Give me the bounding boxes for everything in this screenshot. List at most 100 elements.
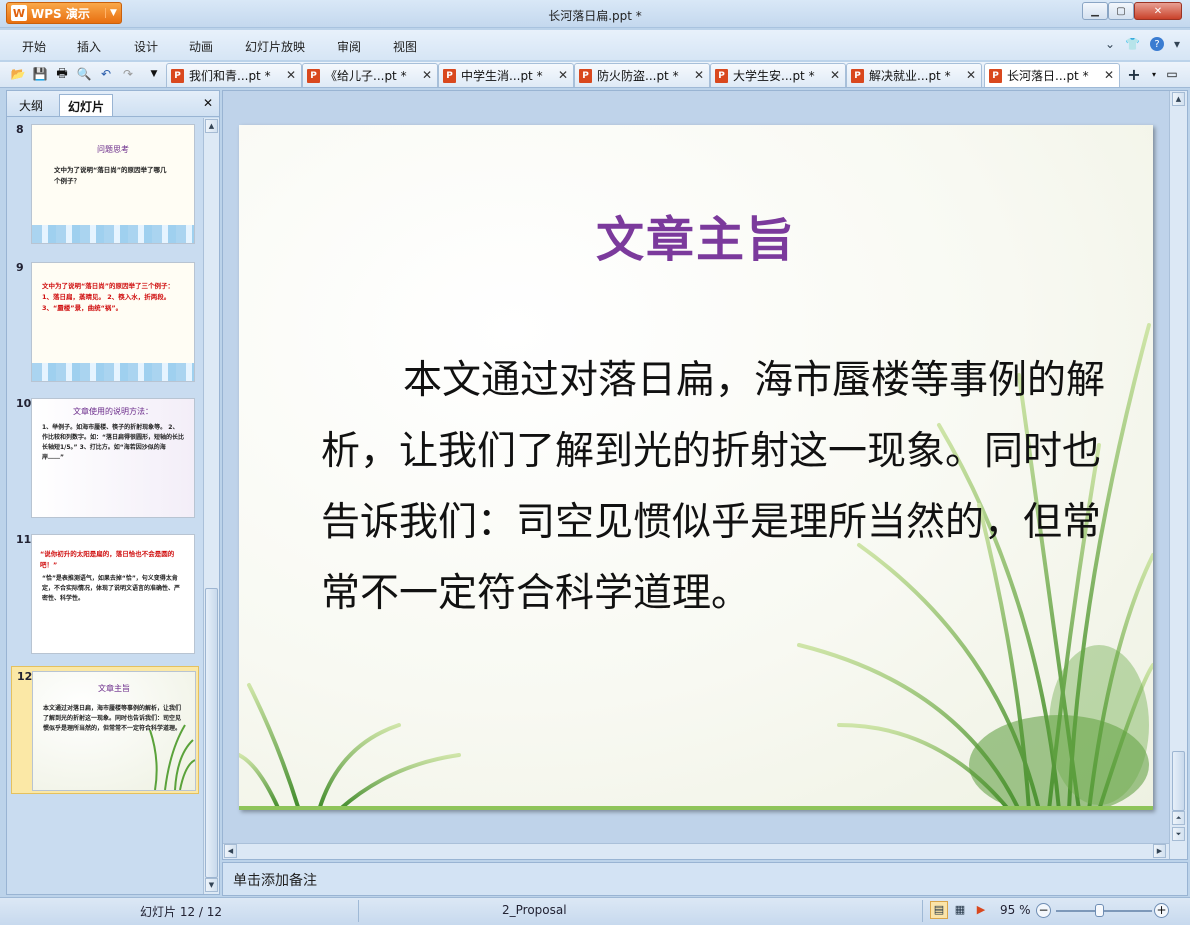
minimize-button[interactable]: ▁: [1082, 2, 1108, 20]
ppt-file-icon: P: [443, 68, 456, 83]
undo-icon[interactable]: ↶: [98, 66, 114, 82]
redo-icon[interactable]: ↷: [120, 66, 136, 82]
scroll-thumb[interactable]: [1172, 751, 1185, 811]
vertical-scrollbar[interactable]: ▲ ⏶ ⏷: [1169, 91, 1187, 859]
close-icon[interactable]: ✕: [558, 68, 568, 82]
slides-panel: 大纲 幻灯片 ✕ 8 问题思考 文中为了说明“落日尚”的原因举了哪几个例子？ 9…: [6, 90, 220, 895]
scroll-left-icon[interactable]: ◀: [224, 844, 237, 858]
window-title: 长河落日扁.ppt *: [548, 9, 642, 23]
menu-animation[interactable]: 动画: [189, 38, 213, 55]
slide-thumbnail[interactable]: 11 “说你初升的太阳是扁的，落日恰也不会是圆的吧！” “恰”是表推测语气，如果…: [11, 530, 199, 658]
slide-number: 8: [16, 123, 24, 136]
help-icon[interactable]: ?: [1149, 37, 1164, 51]
slide-sorter-view-icon[interactable]: ▦: [951, 901, 969, 919]
zoom-slider[interactable]: [1056, 910, 1152, 912]
doc-tab[interactable]: P 大学生安...pt * ✕: [710, 63, 846, 87]
divider: [922, 900, 923, 922]
slide-thumbnail[interactable]: 8 问题思考 文中为了说明“落日尚”的原因举了哪几个例子？: [11, 120, 199, 248]
menu-view[interactable]: 视图: [393, 38, 417, 55]
menu-bar: 开始 插入 设计 动画 幻灯片放映 审阅 视图 ⌄ 👕 ? ▾: [0, 30, 1190, 60]
slide-body-text[interactable]: 本文通过对落日扁，海市蜃楼等事例的解析，让我们了解到光的折射这一现象。同时也告诉…: [321, 345, 1111, 629]
thumb-title: “说你初升的太阳是扁的，落日恰也不会是圆的吧！”: [40, 550, 175, 570]
window-layout-icon[interactable]: ▭: [1164, 66, 1180, 82]
thumbnail-scrollbar[interactable]: ▲ ▼: [203, 118, 219, 894]
doc-tab-label: 大学生安...pt *: [733, 69, 815, 83]
close-icon[interactable]: ✕: [694, 68, 704, 82]
dropdown-icon[interactable]: ▾: [1146, 66, 1162, 82]
waves-decoration: [32, 225, 194, 243]
maximize-button[interactable]: ▢: [1108, 2, 1134, 20]
horizontal-scrollbar[interactable]: ◀ ▶: [223, 843, 1169, 859]
slide-canvas[interactable]: 文章主旨 本文通过对落日扁，海市蜃楼等事例的解析，让我们了解到光的折射这一现象。…: [239, 125, 1153, 810]
scroll-right-icon[interactable]: ▶: [1153, 844, 1166, 858]
close-icon[interactable]: ✕: [966, 68, 976, 82]
doc-tab-label: 长河落日...pt *: [1007, 69, 1089, 83]
zoom-slider-handle[interactable]: [1095, 904, 1104, 917]
doc-tab[interactable]: P 我们和青...pt * ✕: [166, 63, 302, 87]
quick-toolbar: 📂 💾 🖶 🔍 ↶ ↷ ▼ P 我们和青...pt * ✕ P 《给儿子...p…: [0, 62, 1190, 88]
notes-placeholder[interactable]: 单击添加备注: [233, 870, 317, 890]
doc-tab[interactable]: P 中学生消...pt * ✕: [438, 63, 574, 87]
chevron-down-icon[interactable]: ⌄: [1105, 37, 1115, 51]
slide-thumbnail-selected[interactable]: 12 文章主旨 本文通过对落日扁，海市蜃楼等事例的解析，让我们了解到光的折射这一…: [11, 666, 199, 794]
menu-review[interactable]: 审阅: [337, 38, 361, 55]
slide-thumbnail-list: 8 问题思考 文中为了说明“落日尚”的原因举了哪几个例子？ 9 文中为了说明“落…: [7, 118, 203, 894]
menu-design[interactable]: 设计: [134, 38, 158, 55]
slideshow-view-icon[interactable]: ▶: [972, 901, 990, 919]
tab-outline[interactable]: 大纲: [11, 94, 51, 116]
slide-thumbnail[interactable]: 10 文章使用的说明方法： 1、举例子。如海市蜃楼、筷子的折射现象等。 2、作比…: [11, 394, 199, 522]
slide-preview: 问题思考 文中为了说明“落日尚”的原因举了哪几个例子？: [31, 124, 195, 244]
scroll-up-icon[interactable]: ▲: [1172, 92, 1185, 106]
close-icon[interactable]: ✕: [203, 96, 213, 110]
scroll-thumb[interactable]: [205, 588, 218, 878]
new-tab-icon[interactable]: +: [1124, 65, 1144, 85]
next-slide-icon[interactable]: ⏷: [1172, 827, 1185, 841]
close-icon[interactable]: ✕: [286, 68, 296, 82]
normal-view-icon[interactable]: ▤: [930, 901, 948, 919]
ppt-file-icon: P: [851, 68, 864, 83]
notes-pane[interactable]: 单击添加备注: [222, 862, 1188, 896]
panel-tabs: 大纲 幻灯片 ✕: [7, 91, 219, 117]
close-icon[interactable]: ✕: [422, 68, 432, 82]
thumb-title: 文章使用的说明方法：: [73, 407, 153, 416]
close-window-button[interactable]: ✕: [1134, 2, 1182, 20]
print-icon[interactable]: 🖶: [54, 66, 70, 82]
close-icon[interactable]: ✕: [830, 68, 840, 82]
doc-tab[interactable]: P 解决就业...pt * ✕: [846, 63, 982, 87]
menu-insert[interactable]: 插入: [77, 38, 101, 55]
dropdown-icon[interactable]: ▼: [146, 66, 162, 82]
thumb-body: 文中为了说明“落日尚”的原因举了哪几个例子？: [54, 165, 167, 185]
close-icon[interactable]: ✕: [1104, 68, 1114, 82]
doc-tab-active[interactable]: P 长河落日...pt * ✕: [984, 63, 1120, 87]
doc-tab[interactable]: P 防火防盗...pt * ✕: [574, 63, 710, 87]
slide-thumbnail[interactable]: 9 文中为了说明“落日尚”的原因举了三个例子： 1、落日扁，蒸晴见。 2、筷入水…: [11, 258, 199, 386]
slide-number: 12: [17, 670, 33, 683]
menu-slideshow[interactable]: 幻灯片放映: [245, 38, 305, 55]
zoom-out-button[interactable]: −: [1036, 903, 1051, 918]
skin-icon[interactable]: 👕: [1125, 37, 1140, 51]
slide-title[interactable]: 文章主旨: [239, 200, 1153, 270]
slide-preview: 文章主旨 本文通过对落日扁，海市蜃楼等事例的解析，让我们了解到光的折射这一现象。…: [32, 671, 196, 791]
zoom-in-button[interactable]: +: [1154, 903, 1169, 918]
open-folder-icon[interactable]: 📂: [10, 66, 26, 82]
tab-slides[interactable]: 幻灯片: [59, 94, 114, 116]
scroll-up-icon[interactable]: ▲: [205, 119, 218, 133]
prev-slide-icon[interactable]: ⏶: [1172, 811, 1185, 825]
menu-home[interactable]: 开始: [22, 38, 46, 55]
thumb-title: 问题思考: [97, 145, 129, 154]
thumb-body: 文中为了说明“落日尚”的原因举了三个例子： 1、落日扁，蒸晴见。 2、筷入水，折…: [42, 282, 175, 313]
save-icon[interactable]: 💾: [32, 66, 48, 82]
doc-tab[interactable]: P 《给儿子...pt * ✕: [302, 63, 438, 87]
doc-tab-label: 我们和青...pt *: [189, 69, 271, 83]
scroll-down-icon[interactable]: ▼: [205, 878, 218, 892]
slide-number: 10: [16, 397, 32, 410]
slide-preview: 文中为了说明“落日尚”的原因举了三个例子： 1、落日扁，蒸晴见。 2、筷入水，折…: [31, 262, 195, 382]
template-name: 2_Proposal: [502, 903, 567, 917]
print-preview-icon[interactable]: 🔍: [76, 66, 92, 82]
doc-tab-label: 中学生消...pt *: [461, 69, 543, 83]
divider: [358, 900, 359, 922]
chevron-down-icon[interactable]: ▾: [1174, 37, 1180, 51]
slide-editor: 文章主旨 本文通过对落日扁，海市蜃楼等事例的解析，让我们了解到光的折射这一现象。…: [222, 90, 1188, 860]
slide-number: 11: [16, 533, 32, 546]
title-bar: W WPS 演示 ▼ 长河落日扁.ppt * ▁ ▢ ✕: [0, 0, 1190, 28]
